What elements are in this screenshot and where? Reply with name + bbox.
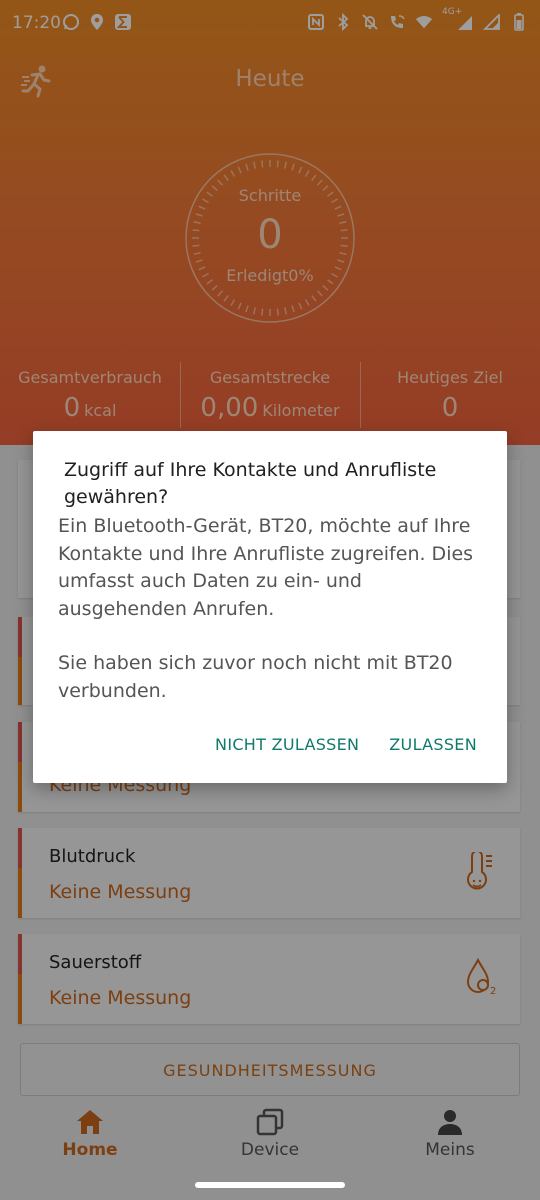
dialog-body-paragraph: Sie haben sich zuvor noch nicht mit BT20… — [58, 652, 453, 702]
dialog-message: Ein Bluetooth-Gerät, BT20, möchte auf Ih… — [58, 513, 488, 705]
dialog-title: Zugriff auf Ihre Kontakte und Anrufliste… — [64, 459, 437, 508]
permission-dialog: Zugriff auf Ihre Kontakte und Anrufliste… — [33, 431, 507, 783]
deny-button[interactable]: NICHT ZULASSEN — [215, 735, 359, 754]
gesture-bar[interactable] — [195, 1182, 345, 1188]
allow-button[interactable]: ZULASSEN — [389, 735, 477, 754]
dialog-body-paragraph: Ein Bluetooth-Gerät, BT20, möchte auf Ih… — [58, 515, 474, 620]
